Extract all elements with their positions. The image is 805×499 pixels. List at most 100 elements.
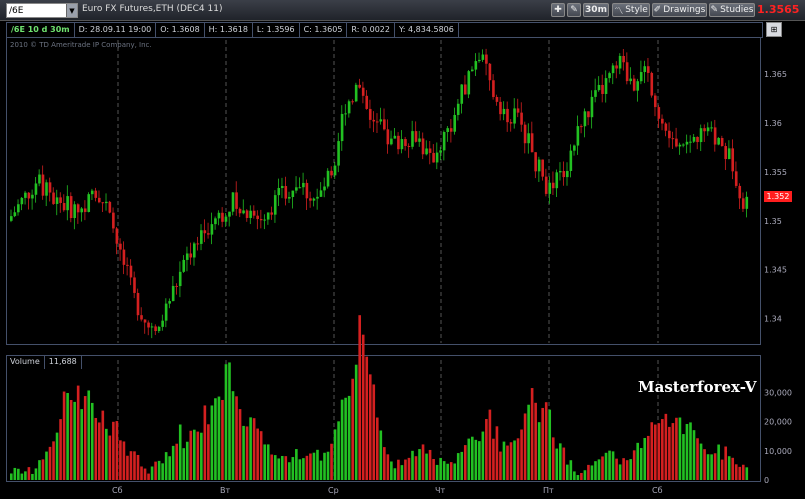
volume-bar [675,417,678,480]
volume-bar [745,467,749,480]
candle-body [45,182,48,196]
volume-bar [720,459,724,480]
volume-bar [136,454,140,480]
volume-bar [411,450,414,480]
candle-body [590,96,594,118]
volume-bar [372,384,376,480]
volume-bar [69,399,73,480]
candle-body [509,122,513,124]
volume-bar [66,393,69,480]
candle-body [580,126,583,128]
candle-body [249,210,252,218]
volume-bar [650,422,654,480]
volume-bar [171,445,175,480]
candle-body [354,84,358,102]
volume-bar [214,398,217,480]
volume-bar [703,449,706,480]
candle-body [397,135,400,150]
candle-body [481,54,485,60]
volume-bar [210,405,214,480]
candle-body [661,118,664,124]
volume-bar [632,450,636,480]
volume-bar [168,456,171,480]
volume-bar [73,401,76,480]
candle-body [76,204,80,213]
candle-body [291,190,295,198]
candle-body [534,152,537,172]
candle-body [372,119,376,122]
volume-bar [622,458,625,480]
volume-bar [601,456,604,480]
candle-body [171,285,175,302]
candle-body [94,190,98,198]
candle-body [52,192,55,204]
volume-bar [569,460,573,480]
volume-bar [629,459,632,480]
candle-body [309,198,312,201]
volume-bar [52,441,55,480]
candle-body [495,96,499,102]
volume-bar [323,452,326,480]
volume-bar [534,402,537,480]
candle-body [741,198,745,209]
volume-bar [390,461,393,480]
volume-bar [671,423,675,480]
candle-body [38,174,41,184]
volume-bar [302,458,305,480]
candle-body [203,230,207,234]
volume-bar [340,399,344,480]
price-tick-label: 1.36 [764,119,782,128]
candle-body [20,197,24,205]
volume-bar [414,456,418,480]
candle-body [446,128,449,132]
candle-body [386,129,390,145]
volume-bar [192,429,196,480]
volume-bar [383,447,386,480]
volume-bar [242,425,245,480]
candle-body [456,103,460,115]
volume-bar [333,429,337,480]
candle-body [108,201,112,213]
volume-bar [87,390,91,480]
candle-body [228,211,231,217]
volume-bar [597,459,601,480]
candle-body [375,121,379,123]
volume-bar [277,458,281,480]
volume-bar [129,451,133,480]
candle-body [252,210,256,216]
volume-bar [520,429,523,480]
candle-body [178,271,182,287]
volume-bar [685,423,689,480]
volume-bar [495,426,499,480]
candle-body [41,174,45,196]
volume-bar [544,402,548,480]
volume-bar [59,419,62,480]
volume-bar [31,473,34,480]
candle-body [379,119,383,122]
volume-bar [492,438,495,480]
volume-bar [699,443,703,480]
candle-body [97,197,101,203]
candle-body [80,208,83,213]
candle-body [351,101,354,103]
volume-bar [488,409,492,480]
candle-body [277,187,281,196]
volume-bar [280,455,284,480]
candle-body [703,128,706,132]
candle-body [105,201,108,204]
volume-bar [590,465,594,480]
candle-body [632,78,636,91]
volume-bar [558,443,562,480]
volume-bar [727,456,731,480]
volume-bar [618,464,622,480]
volume-bar [17,468,20,480]
volume-bar [154,461,157,480]
volume-bar [48,446,52,480]
candle-body [706,127,710,132]
candle-body [411,131,414,147]
volume-bar [55,432,59,480]
candle-body [643,66,647,73]
volume-bar [10,473,13,480]
volume-bar [661,419,664,480]
volume-bar [625,460,629,480]
